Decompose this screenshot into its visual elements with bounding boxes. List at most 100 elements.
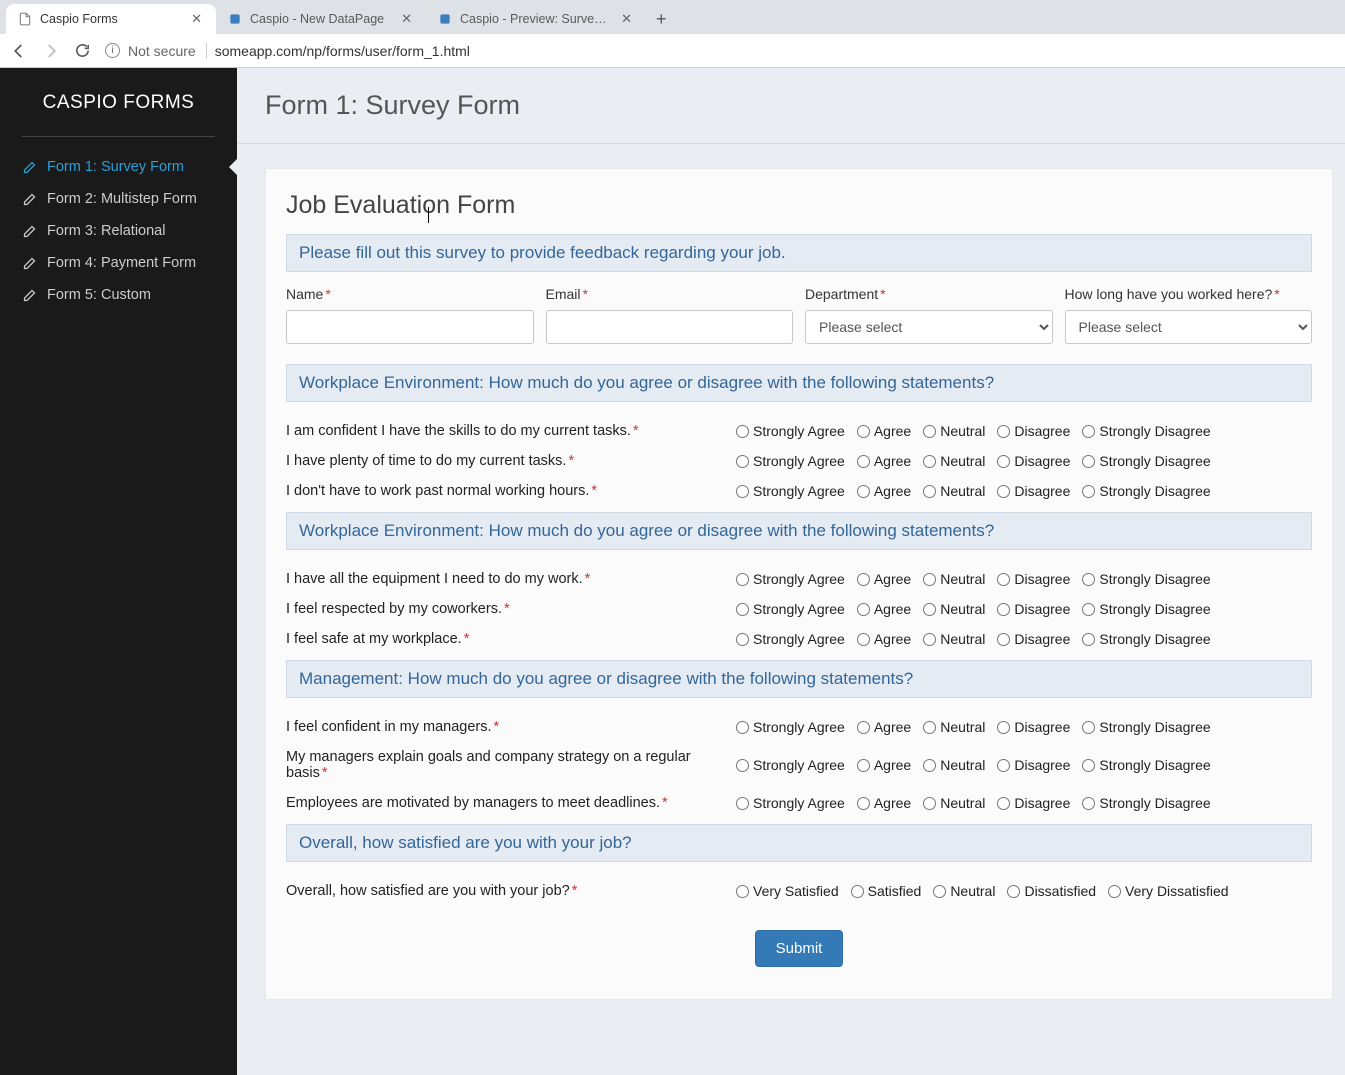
address-bar[interactable]: i Not secure someapp.com/np/forms/user/f… [105, 43, 1335, 59]
radio-option[interactable]: Strongly Agree [736, 719, 845, 735]
sidebar-item[interactable]: Form 4: Payment Form [0, 247, 237, 279]
radio-option[interactable]: Strongly Agree [736, 483, 845, 499]
radio-option[interactable]: Disagree [997, 571, 1070, 587]
browser-tab[interactable]: Caspio - New DataPage✕ [216, 4, 426, 34]
radio-input[interactable] [997, 455, 1010, 468]
radio-input[interactable] [736, 759, 749, 772]
tab-close-icon[interactable]: ✕ [397, 9, 416, 29]
forward-button[interactable] [42, 42, 60, 60]
radio-option[interactable]: Disagree [997, 631, 1070, 647]
radio-input[interactable] [923, 721, 936, 734]
radio-option[interactable]: Disagree [997, 483, 1070, 499]
radio-input[interactable] [1082, 425, 1095, 438]
radio-input[interactable] [923, 797, 936, 810]
radio-input[interactable] [857, 603, 870, 616]
radio-option[interactable]: Satisfied [851, 883, 922, 899]
submit-button[interactable]: Submit [755, 930, 844, 967]
radio-option[interactable]: Strongly Disagree [1082, 483, 1210, 499]
site-info-icon[interactable]: i [105, 43, 120, 58]
radio-input[interactable] [1082, 797, 1095, 810]
sidebar-item[interactable]: Form 3: Relational [0, 215, 237, 247]
back-button[interactable] [10, 42, 28, 60]
radio-option[interactable]: Neutral [933, 883, 995, 899]
sidebar-item[interactable]: Form 5: Custom [0, 279, 237, 311]
radio-input[interactable] [1082, 573, 1095, 586]
radio-input[interactable] [736, 455, 749, 468]
radio-option[interactable]: Neutral [923, 483, 985, 499]
radio-option[interactable]: Disagree [997, 423, 1070, 439]
tenure-select[interactable]: Please select [1065, 310, 1313, 344]
radio-input[interactable] [1082, 759, 1095, 772]
radio-option[interactable]: Strongly Agree [736, 795, 845, 811]
radio-input[interactable] [736, 573, 749, 586]
radio-input[interactable] [997, 721, 1010, 734]
radio-input[interactable] [923, 425, 936, 438]
radio-input[interactable] [1082, 485, 1095, 498]
radio-option[interactable]: Disagree [997, 795, 1070, 811]
radio-option[interactable]: Agree [857, 631, 911, 647]
radio-input[interactable] [857, 721, 870, 734]
radio-option[interactable]: Agree [857, 423, 911, 439]
radio-input[interactable] [923, 455, 936, 468]
radio-option[interactable]: Strongly Agree [736, 423, 845, 439]
radio-input[interactable] [1082, 721, 1095, 734]
radio-option[interactable]: Strongly Agree [736, 601, 845, 617]
radio-option[interactable]: Agree [857, 571, 911, 587]
radio-option[interactable]: Strongly Disagree [1082, 757, 1210, 773]
radio-input[interactable] [1108, 885, 1121, 898]
radio-input[interactable] [857, 633, 870, 646]
radio-option[interactable]: Neutral [923, 719, 985, 735]
radio-option[interactable]: Agree [857, 453, 911, 469]
radio-input[interactable] [997, 573, 1010, 586]
radio-option[interactable]: Strongly Agree [736, 571, 845, 587]
radio-option[interactable]: Strongly Agree [736, 631, 845, 647]
radio-option[interactable]: Disagree [997, 453, 1070, 469]
new-tab-button[interactable]: + [646, 4, 677, 34]
radio-option[interactable]: Strongly Disagree [1082, 631, 1210, 647]
radio-option[interactable]: Strongly Disagree [1082, 453, 1210, 469]
radio-input[interactable] [1082, 633, 1095, 646]
radio-input[interactable] [851, 885, 864, 898]
tab-close-icon[interactable]: ✕ [187, 9, 206, 29]
radio-option[interactable]: Agree [857, 795, 911, 811]
radio-input[interactable] [997, 633, 1010, 646]
radio-input[interactable] [857, 759, 870, 772]
radio-input[interactable] [857, 485, 870, 498]
radio-option[interactable]: Neutral [923, 453, 985, 469]
radio-option[interactable]: Strongly Disagree [1082, 719, 1210, 735]
radio-input[interactable] [997, 603, 1010, 616]
radio-option[interactable]: Neutral [923, 571, 985, 587]
radio-input[interactable] [1082, 603, 1095, 616]
radio-option[interactable]: Agree [857, 719, 911, 735]
radio-input[interactable] [736, 603, 749, 616]
sidebar-item[interactable]: Form 2: Multistep Form [0, 183, 237, 215]
radio-input[interactable] [1082, 455, 1095, 468]
radio-input[interactable] [997, 485, 1010, 498]
radio-option[interactable]: Agree [857, 601, 911, 617]
radio-input[interactable] [923, 633, 936, 646]
radio-input[interactable] [857, 425, 870, 438]
radio-option[interactable]: Strongly Disagree [1082, 601, 1210, 617]
radio-option[interactable]: Very Dissatisfied [1108, 883, 1228, 899]
name-input[interactable] [286, 310, 534, 344]
radio-input[interactable] [923, 573, 936, 586]
reload-button[interactable] [74, 42, 91, 59]
radio-input[interactable] [736, 721, 749, 734]
radio-option[interactable]: Strongly Agree [736, 453, 845, 469]
radio-option[interactable]: Neutral [923, 795, 985, 811]
radio-input[interactable] [997, 759, 1010, 772]
radio-option[interactable]: Dissatisfied [1007, 883, 1096, 899]
radio-input[interactable] [923, 485, 936, 498]
radio-input[interactable] [736, 797, 749, 810]
radio-input[interactable] [736, 485, 749, 498]
radio-option[interactable]: Strongly Disagree [1082, 423, 1210, 439]
radio-option[interactable]: Strongly Agree [736, 757, 845, 773]
radio-option[interactable]: Neutral [923, 631, 985, 647]
radio-input[interactable] [857, 573, 870, 586]
radio-option[interactable]: Neutral [923, 423, 985, 439]
radio-option[interactable]: Neutral [923, 601, 985, 617]
radio-input[interactable] [736, 633, 749, 646]
radio-option[interactable]: Strongly Disagree [1082, 795, 1210, 811]
radio-input[interactable] [923, 759, 936, 772]
browser-tab[interactable]: Caspio Forms✕ [6, 4, 216, 34]
